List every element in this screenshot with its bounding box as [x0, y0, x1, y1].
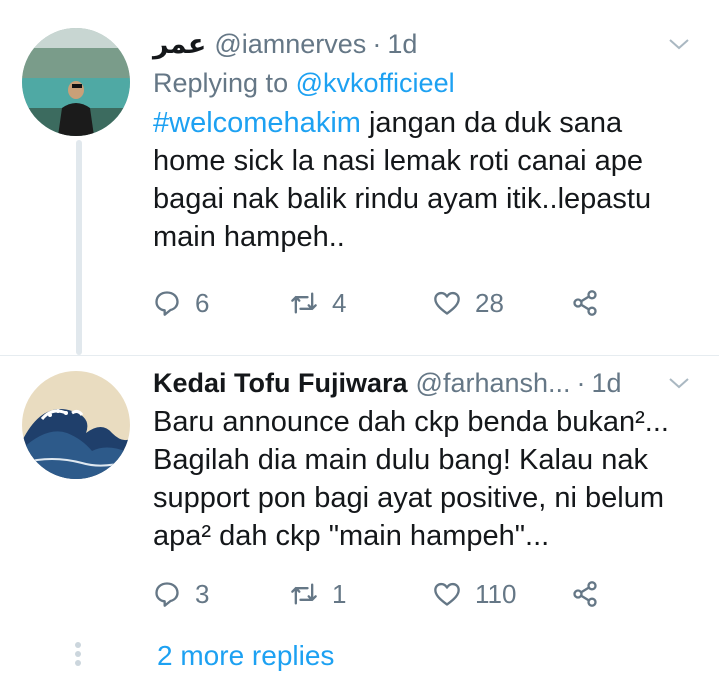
- separator: ·: [576, 368, 586, 398]
- reply-count: 6: [195, 287, 210, 318]
- tweet-body: Baru announce dah ckp benda bukan²... Ba…: [153, 406, 669, 552]
- author-name[interactable]: Kedai Tofu Fujiwara: [153, 365, 408, 401]
- tweet-header: عمر @iamnerves · 1d: [153, 26, 699, 62]
- heart-icon: [434, 291, 460, 315]
- share-icon: [573, 290, 597, 316]
- tweet[interactable]: عمر @iamnerves · 1d Replying to @kvkoffi…: [0, 0, 719, 355]
- more-dots-icon: [75, 642, 81, 669]
- action-bar: 3 1 110: [153, 574, 599, 614]
- heart-icon: [434, 582, 460, 606]
- tweet-header: Kedai Tofu Fujiwara @farhansh... · 1d: [153, 365, 699, 401]
- like-count: 110: [475, 578, 517, 609]
- reply-icon: [155, 291, 179, 316]
- chevron-down-icon[interactable]: [667, 32, 691, 56]
- action-bar: 6 4 28: [153, 283, 599, 323]
- author-name[interactable]: عمر: [153, 26, 206, 62]
- hashtag-link[interactable]: #welcomehakim: [153, 107, 361, 139]
- like-button[interactable]: 110: [433, 579, 571, 610]
- author-handle[interactable]: @farhansh...: [416, 365, 571, 401]
- avatar[interactable]: [22, 28, 130, 136]
- timestamp[interactable]: 1d: [387, 26, 417, 62]
- reply-icon: [155, 582, 179, 607]
- share-icon: [573, 581, 597, 607]
- timestamp[interactable]: 1d: [592, 365, 622, 401]
- author-handle[interactable]: @iamnerves: [214, 26, 366, 62]
- like-count: 28: [475, 287, 504, 318]
- replying-to-label: Replying to: [153, 68, 289, 98]
- retweet-count: 1: [332, 578, 347, 609]
- tweet-text: #welcomehakim jangan da duk sana home si…: [153, 104, 699, 256]
- replying-to: Replying to @kvkofficieel: [153, 64, 699, 102]
- tweet[interactable]: Kedai Tofu Fujiwara @farhansh... · 1d Ba…: [0, 355, 719, 625]
- more-replies-link[interactable]: 2 more replies: [157, 638, 334, 674]
- replying-to-handle[interactable]: @kvkofficieel: [296, 68, 455, 98]
- reply-button[interactable]: 3: [153, 579, 290, 610]
- avatar[interactable]: [22, 371, 130, 479]
- chevron-down-icon[interactable]: [667, 371, 691, 395]
- reply-button[interactable]: 6: [153, 288, 290, 319]
- retweet-icon: [291, 583, 317, 605]
- retweet-button[interactable]: 4: [290, 288, 433, 319]
- retweet-count: 4: [332, 287, 347, 318]
- share-button[interactable]: [571, 580, 599, 608]
- separator: ·: [372, 29, 382, 59]
- retweet-icon: [291, 292, 317, 314]
- share-button[interactable]: [571, 289, 599, 317]
- like-button[interactable]: 28: [433, 288, 571, 319]
- retweet-button[interactable]: 1: [290, 579, 433, 610]
- reply-count: 3: [195, 578, 210, 609]
